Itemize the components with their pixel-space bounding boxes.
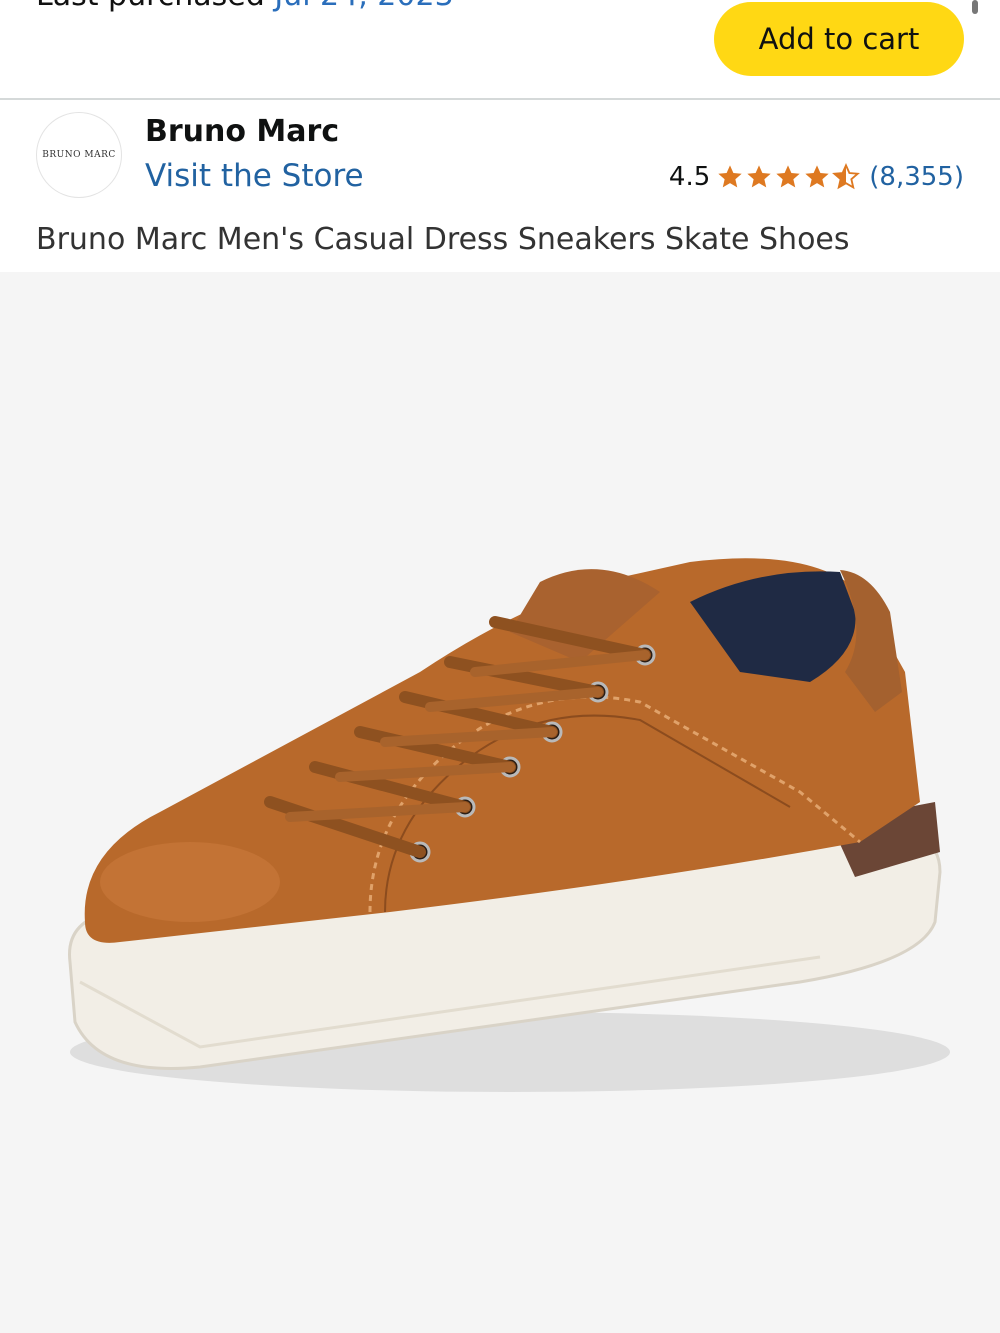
last-purchased-text: Last purchased Jul 24, 2023 (36, 0, 454, 13)
star-full-icon (747, 165, 771, 188)
rating-count-link[interactable]: (8,355) (869, 162, 964, 192)
product-image[interactable] (40, 552, 960, 1112)
visit-store-link[interactable]: Visit the Store (145, 158, 364, 194)
rating-value: 4.5 (668, 162, 711, 192)
top-bar: Last purchased Jul 24, 2023 Add to cart (0, 0, 1000, 98)
star-half-icon (832, 163, 861, 190)
last-purchased-date[interactable]: Jul 24, 2023 (274, 0, 453, 13)
product-title: Bruno Marc Men's Casual Dress Sneakers S… (36, 222, 850, 257)
star-full-icon (776, 165, 800, 188)
rating-summary[interactable]: 4.5 (8,355) (669, 162, 964, 192)
scrollbar[interactable] (972, 0, 978, 14)
star-full-icon (805, 165, 829, 188)
brand-logo[interactable]: BRUNO MARC (36, 112, 122, 198)
brand-row: BRUNO MARC Bruno Marc Visit the Store 4.… (0, 100, 1000, 272)
brand-name: Bruno Marc (145, 114, 340, 149)
star-rating (716, 163, 861, 191)
add-to-cart-button[interactable]: Add to cart (714, 2, 964, 76)
last-purchased-label: Last purchased (36, 0, 265, 13)
star-full-icon (718, 165, 742, 188)
product-image-gallery[interactable] (0, 272, 1000, 1333)
brand-logo-text: BRUNO MARC (42, 150, 116, 160)
